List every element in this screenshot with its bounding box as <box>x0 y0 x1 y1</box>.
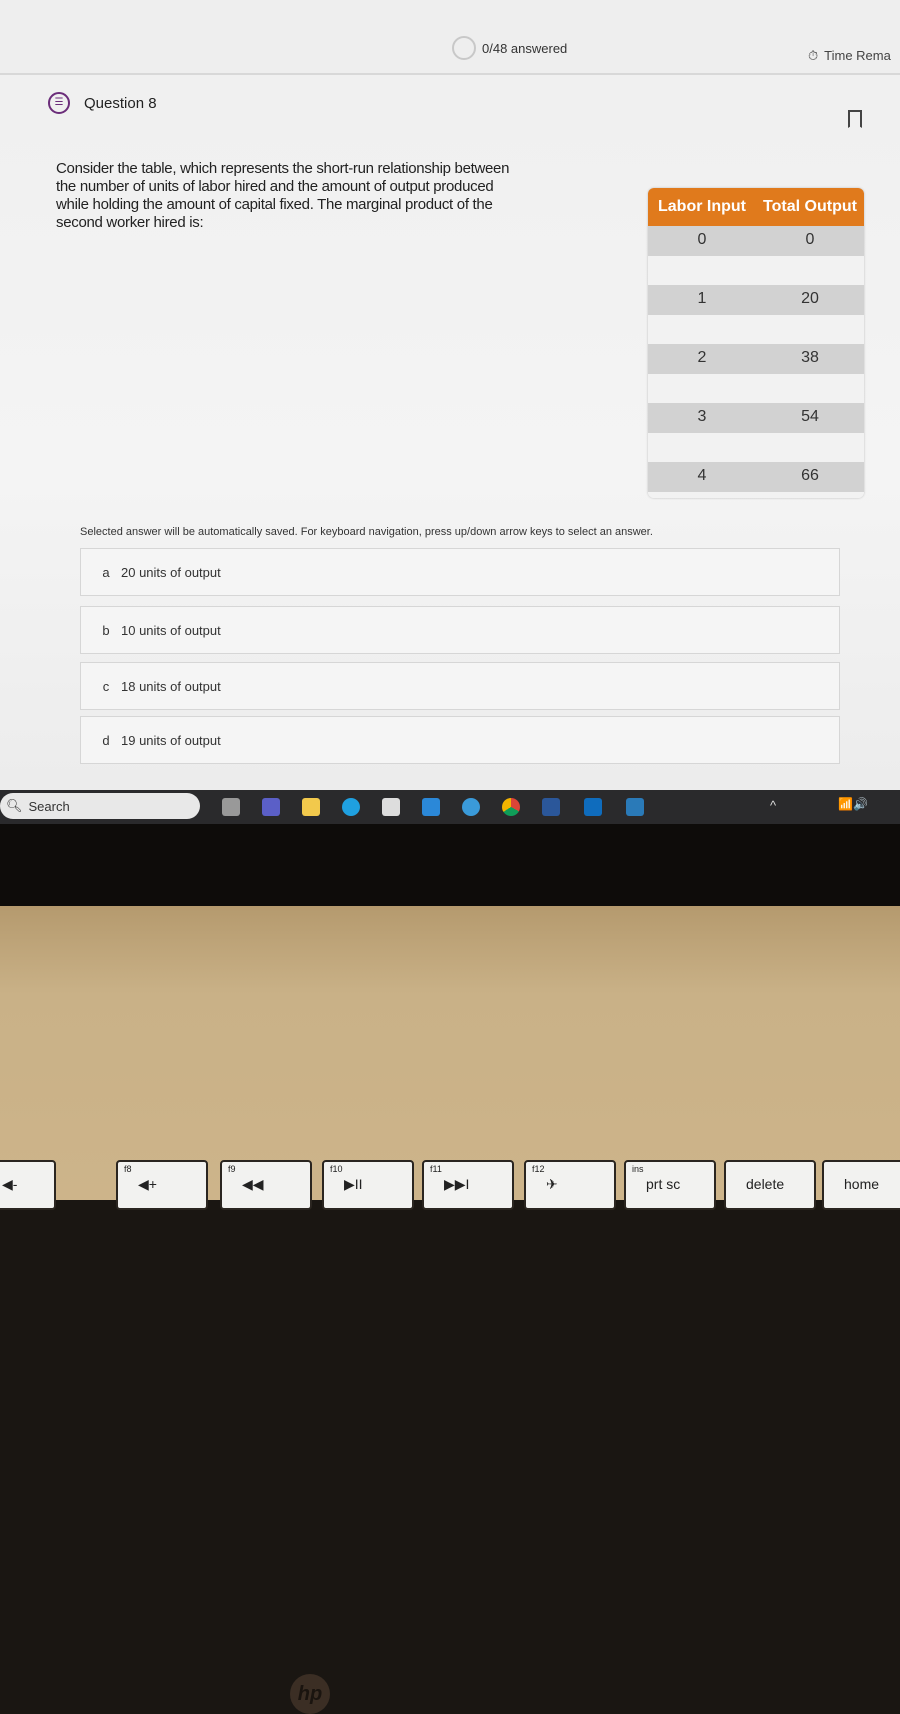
cell: 2 <box>697 349 707 366</box>
table-row: 00 <box>648 226 864 285</box>
chevron-up-icon[interactable]: ^ <box>770 798 776 813</box>
option-letter: d <box>102 732 110 748</box>
store-icon[interactable] <box>382 798 400 816</box>
cell: 0 <box>805 231 815 248</box>
laptop-bezel: hp <box>0 824 900 1714</box>
key-f10[interactable]: f10 ▶II <box>322 1160 414 1210</box>
stopwatch-icon: ⏱ <box>808 48 819 63</box>
option-letter: a <box>102 564 110 580</box>
key-prt-sc[interactable]: ins prt sc <box>624 1160 716 1210</box>
progress-ring-icon <box>452 36 476 60</box>
table-row: 1 20 <box>648 285 864 344</box>
timer-text: Time Rema <box>824 48 891 63</box>
answer-option-d[interactable]: d 19 units of output <box>80 716 840 764</box>
outlook-icon[interactable] <box>584 798 602 816</box>
hp-logo: hp <box>290 1674 330 1714</box>
key-f11[interactable]: f11 ▶▶I <box>422 1160 514 1210</box>
edge-icon[interactable] <box>342 798 360 816</box>
browser-screen: 0/48 answered ⏱ Time Rema ☰ Question 8 Con… <box>0 0 900 790</box>
key-f12[interactable]: f12 ✈ <box>524 1160 616 1210</box>
key-home[interactable]: home <box>822 1160 900 1210</box>
file-explorer-icon[interactable] <box>302 798 320 816</box>
cell: 38 <box>801 349 819 366</box>
key-f9[interactable]: f9 ◀◀ <box>220 1160 312 1210</box>
cell: 4 <box>697 467 707 484</box>
app-icon[interactable] <box>626 798 644 816</box>
answer-option-b[interactable]: b 10 units of output <box>80 606 840 654</box>
search-icon: 🔍︎ <box>6 798 23 813</box>
option-text: 20 units of output <box>121 564 221 580</box>
key-delete[interactable]: delete <box>724 1160 816 1210</box>
key-f7[interactable]: ◀- <box>0 1160 56 1210</box>
progress-indicator: 0/48 answered <box>452 36 567 60</box>
labor-output-table: Labor Input Total Output 00 1 20 2 38 3 54 4… <box>648 188 864 498</box>
key-f8[interactable]: f8 ◀+ <box>116 1160 208 1210</box>
answer-option-a[interactable]: a 20 units of output <box>80 548 840 596</box>
app-icon[interactable] <box>422 798 440 816</box>
progress-text: 0/48 answered <box>482 40 568 56</box>
taskbar-search[interactable]: 🔍︎ Search <box>0 793 200 819</box>
cell: 54 <box>801 408 819 425</box>
chrome-icon[interactable] <box>502 798 520 816</box>
question-prompt: Consider the table, which represents the… <box>56 160 510 231</box>
cell: 66 <box>801 467 819 484</box>
help-icon[interactable] <box>462 798 480 816</box>
table-row: 2 38 <box>648 344 864 403</box>
cell: 0 <box>697 231 707 248</box>
bookmark-icon[interactable] <box>848 110 862 128</box>
timer[interactable]: ⏱ Time Rema <box>808 48 891 64</box>
option-text: 10 units of output <box>121 622 221 638</box>
keyboard-deck <box>0 906 900 1200</box>
option-letter: c <box>102 678 110 694</box>
question-title: Question 8 <box>84 94 157 112</box>
quiz-header: 0/48 answered ⏱ Time Rema <box>0 0 900 75</box>
header-total-output: Total Output <box>763 198 857 215</box>
question-list-icon: ☰ <box>48 92 70 114</box>
teams-icon[interactable] <box>262 798 280 816</box>
search-label: Search <box>28 798 70 814</box>
cell: 3 <box>697 408 707 425</box>
header-labor-input: Labor Input <box>658 198 746 215</box>
table-header: Labor Input Total Output <box>648 188 864 226</box>
cell: 1 <box>697 290 707 307</box>
answer-option-c[interactable]: c 18 units of output <box>80 662 840 710</box>
table-row: 4 66 <box>648 462 864 498</box>
question-header: ☰ Question 8 <box>48 92 157 114</box>
taskbar: 🔍︎ Search ^ 📶🔊 <box>0 790 900 824</box>
option-text: 19 units of output <box>121 732 221 748</box>
table-row: 3 54 <box>648 403 864 462</box>
task-view-icon[interactable] <box>222 798 240 816</box>
option-letter: b <box>102 622 110 638</box>
autosave-notice: Selected answer will be automatically sa… <box>80 526 653 538</box>
option-text: 18 units of output <box>121 678 221 694</box>
wifi-volume-battery-icon[interactable]: 📶🔊 <box>838 797 868 811</box>
cell: 20 <box>801 290 819 307</box>
word-icon[interactable] <box>542 798 560 816</box>
